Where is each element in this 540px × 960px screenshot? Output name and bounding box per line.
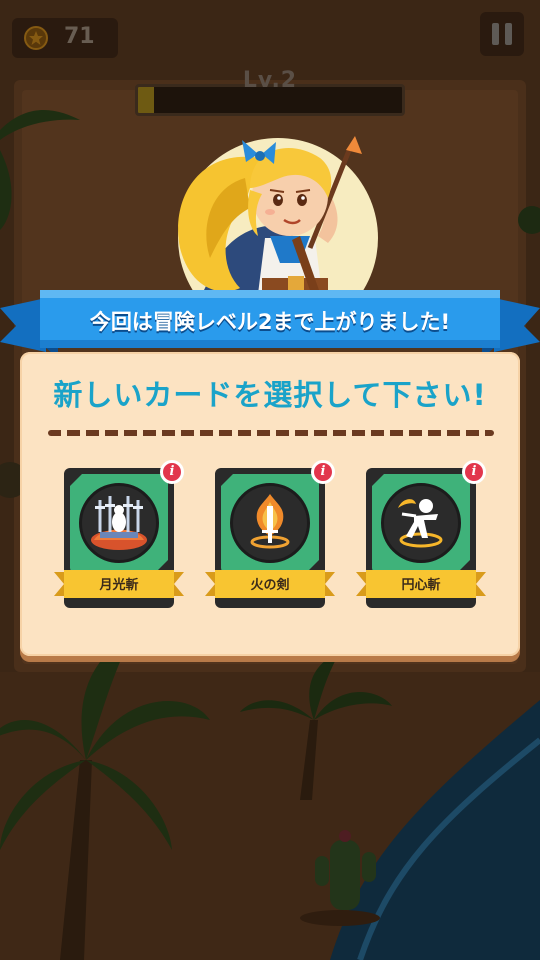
info-icon[interactable]: i (160, 460, 184, 484)
card-name: 火の剣 (250, 578, 290, 593)
coin-counter: 71 (12, 18, 118, 58)
card-frame (372, 474, 470, 572)
panel-title: 新しいカードを選択して下さい! (53, 378, 487, 412)
level-up-message: 今回は冒険レベル2まで上がりました! (89, 310, 451, 334)
skill-card-fire-sword[interactable]: 火の剣 i (205, 460, 335, 608)
circle-slash-icon (381, 483, 461, 563)
level-label: Lv.2 (242, 68, 298, 93)
info-icon[interactable]: i (311, 460, 335, 484)
pause-icon-bar (505, 23, 512, 45)
pause-button[interactable] (480, 12, 524, 56)
pause-icon (492, 23, 499, 45)
dashed-divider (48, 430, 494, 436)
coin-star-icon (24, 26, 48, 50)
card-frame (70, 474, 168, 572)
card-name: 円心斬 (401, 578, 441, 593)
info-icon[interactable]: i (462, 460, 486, 484)
fire-sword-icon (230, 483, 310, 563)
card-frame (221, 474, 319, 572)
card-name: 月光斬 (99, 578, 139, 593)
skill-card-circle-slash[interactable]: 円心斬 i (356, 460, 486, 608)
coin-count: 71 (64, 24, 95, 49)
level-progress-fill (138, 87, 154, 113)
skill-card-moonlight-slash[interactable]: 月光斬 i (54, 460, 184, 608)
moonlight-slash-icon (79, 483, 159, 563)
